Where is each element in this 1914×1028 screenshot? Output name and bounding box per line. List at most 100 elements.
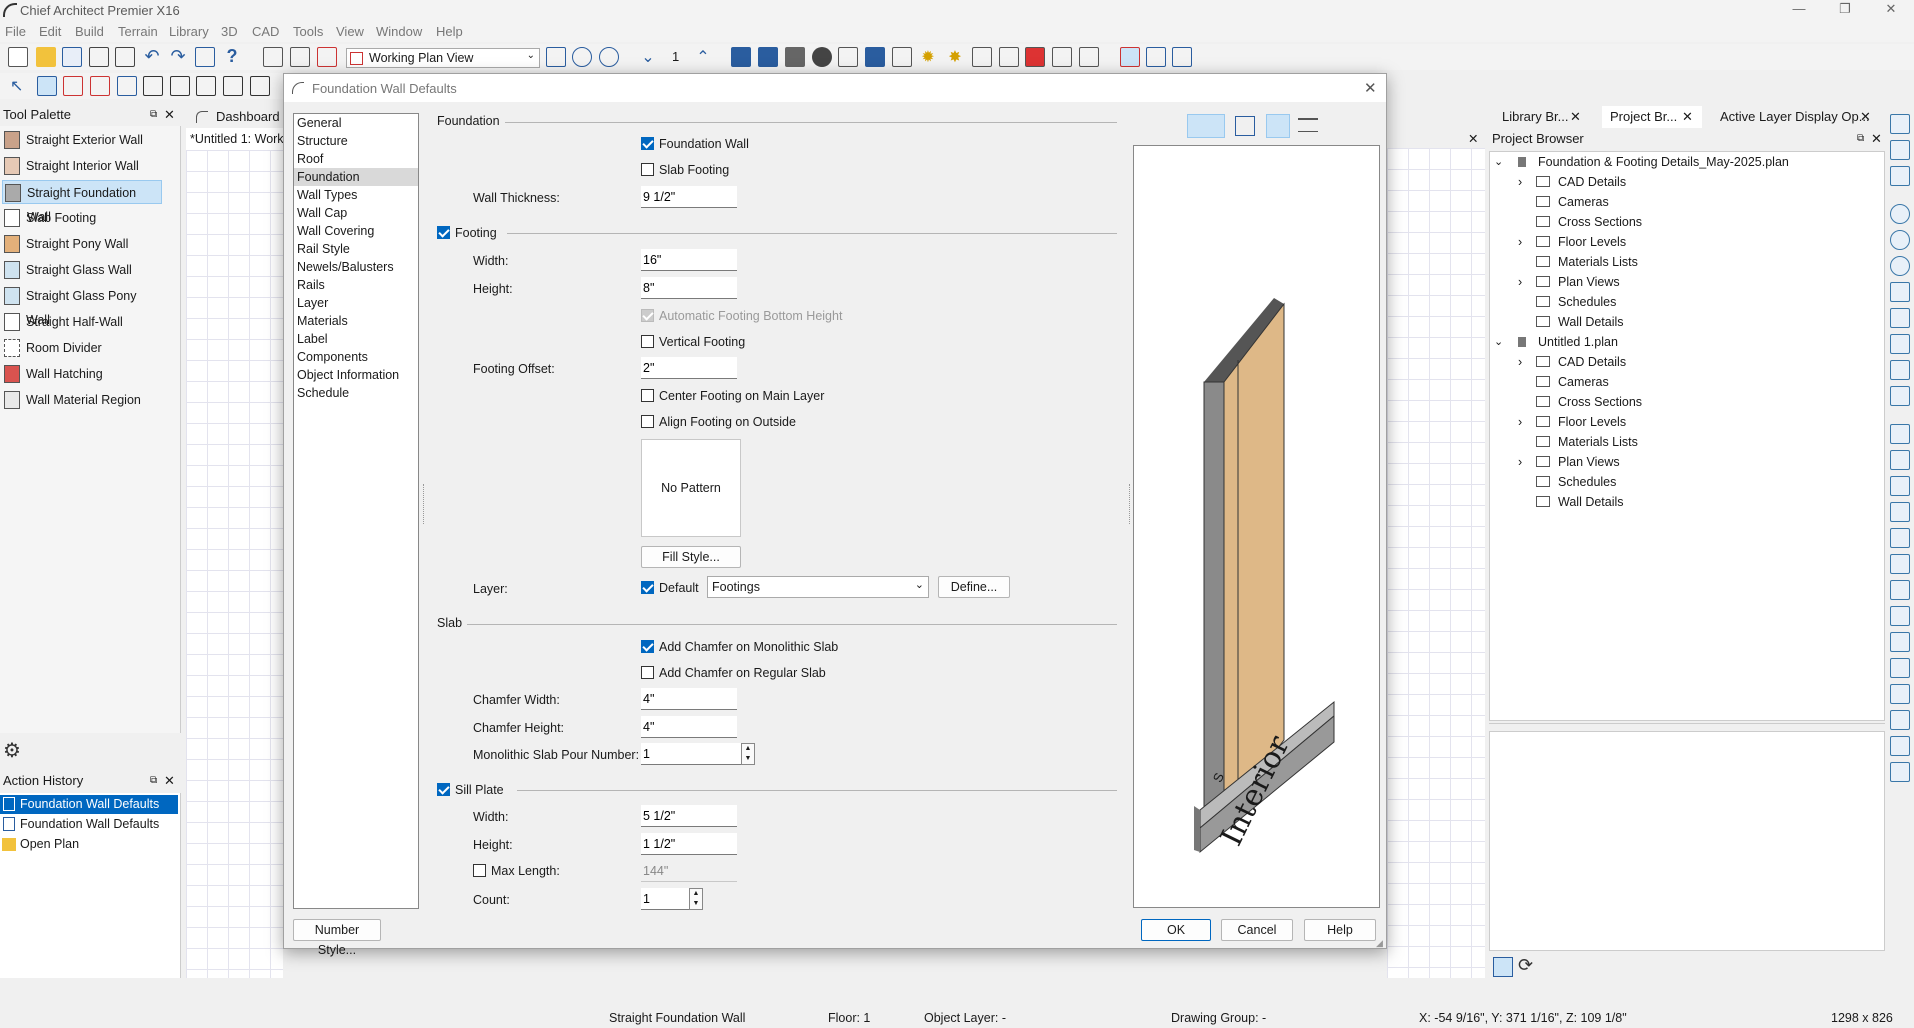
- menu-library[interactable]: Library: [169, 24, 209, 39]
- close-doc-icon[interactable]: ✕: [1468, 131, 1478, 146]
- material-eyedropper-icon[interactable]: [1052, 47, 1072, 67]
- preview-view-icon[interactable]: [1187, 114, 1225, 138]
- vertical-tool-icon[interactable]: [1890, 684, 1910, 704]
- tile-view-icon[interactable]: [1172, 47, 1192, 67]
- house-icon[interactable]: [892, 47, 912, 67]
- layer-default-checkbox[interactable]: Default: [641, 580, 699, 596]
- check-list-icon[interactable]: [1493, 957, 1513, 977]
- vertical-tool-icon[interactable]: [1890, 450, 1910, 470]
- vertical-tool-icon[interactable]: [1890, 140, 1910, 160]
- help-button[interactable]: Help: [1304, 919, 1376, 941]
- sill-height-input[interactable]: [641, 833, 737, 855]
- tool-straight-interior-wall[interactable]: Straight Interior Wall: [2, 154, 162, 178]
- number-style-button[interactable]: Number Style...: [293, 919, 381, 957]
- doc-tab-dashboard[interactable]: Dashboard: [186, 106, 284, 128]
- slab-footing-checkbox[interactable]: Slab Footing: [641, 162, 729, 178]
- sill-width-input[interactable]: [641, 805, 737, 827]
- menu-edit[interactable]: Edit: [39, 24, 61, 39]
- camera-home-icon[interactable]: [731, 47, 751, 67]
- menu-view[interactable]: View: [336, 24, 364, 39]
- nav-general[interactable]: General: [294, 114, 418, 132]
- plan-canvas[interactable]: [186, 150, 283, 978]
- nav-components[interactable]: Components: [294, 348, 418, 366]
- tab-active-layer-display[interactable]: Active Layer Display Op... ✕: [1712, 106, 1872, 128]
- view-toggle-icon[interactable]: [1146, 47, 1166, 67]
- camera-2-icon[interactable]: [785, 47, 805, 67]
- nav-wall-types[interactable]: Wall Types: [294, 186, 418, 204]
- garage-icon[interactable]: [250, 76, 270, 96]
- count-stepper[interactable]: ▲ ▼: [689, 888, 703, 910]
- nav-schedule[interactable]: Schedule: [294, 384, 418, 402]
- float-icon[interactable]: ⧉: [1857, 129, 1864, 149]
- count-input[interactable]: [641, 888, 689, 910]
- layer-delete-icon[interactable]: [317, 47, 337, 67]
- close-icon[interactable]: ✕: [164, 105, 175, 125]
- select-arrow-icon[interactable]: ↖: [10, 76, 30, 96]
- nav-roof[interactable]: Roof: [294, 150, 418, 168]
- open-folder-icon[interactable]: [36, 47, 56, 67]
- window-tool-icon[interactable]: [143, 76, 163, 96]
- tool-room-divider[interactable]: Room Divider: [2, 336, 162, 360]
- float-icon[interactable]: ⧉: [150, 771, 157, 791]
- paint-icon[interactable]: [1025, 47, 1045, 67]
- plan-toggle-icon[interactable]: [1120, 47, 1140, 67]
- tool-straight-pony-wall[interactable]: Straight Pony Wall: [2, 232, 162, 256]
- vertical-tool-icon[interactable]: [1890, 606, 1910, 626]
- cabinet-icon[interactable]: [63, 76, 83, 96]
- new-plan-icon[interactable]: [8, 47, 28, 67]
- footing-checkbox[interactable]: Footing: [437, 225, 497, 241]
- door-icon[interactable]: [972, 47, 992, 67]
- vertical-footing-checkbox[interactable]: Vertical Footing: [641, 334, 745, 350]
- reference-icon[interactable]: [195, 47, 215, 67]
- max-length-checkbox[interactable]: Max Length:: [473, 863, 560, 879]
- close-icon[interactable]: ✕: [1682, 106, 1693, 128]
- view-select[interactable]: Working Plan View ⌄: [346, 48, 540, 68]
- chevron-right-icon[interactable]: ›: [1518, 272, 1522, 292]
- nav-object-information[interactable]: Object Information: [294, 366, 418, 384]
- redo-icon[interactable]: ↷: [168, 47, 188, 67]
- layer-icon[interactable]: [1298, 118, 1318, 132]
- floor-down-icon[interactable]: ⌄: [638, 47, 658, 67]
- nav-materials[interactable]: Materials: [294, 312, 418, 330]
- pour-number-input[interactable]: [641, 743, 741, 765]
- chamfer-regular-checkbox[interactable]: Add Chamfer on Regular Slab: [641, 665, 826, 681]
- chevron-right-icon[interactable]: ›: [1518, 172, 1522, 192]
- vertical-tool-icon[interactable]: [1890, 528, 1910, 548]
- wall-tool-icon[interactable]: [37, 76, 57, 96]
- ok-button[interactable]: OK: [1141, 919, 1211, 941]
- light-2-icon[interactable]: ✸: [945, 47, 965, 67]
- menu-terrain[interactable]: Terrain: [118, 24, 158, 39]
- vertical-tool-icon[interactable]: [1890, 632, 1910, 652]
- floor-up-icon[interactable]: ⌃: [693, 47, 713, 67]
- float-icon[interactable]: ⧉: [150, 105, 157, 125]
- align-footing-checkbox[interactable]: Align Footing on Outside: [641, 414, 796, 430]
- vertical-tool-icon[interactable]: [1890, 166, 1910, 186]
- stairs-icon[interactable]: [90, 76, 110, 96]
- menu-window[interactable]: Window: [376, 24, 422, 39]
- fill-window-icon[interactable]: [1890, 308, 1910, 328]
- copy-view-icon[interactable]: [290, 47, 310, 67]
- save-icon[interactable]: [62, 47, 82, 67]
- menu-3d[interactable]: 3D: [221, 24, 238, 39]
- close-icon[interactable]: ✕: [1570, 106, 1581, 128]
- elevation-icon[interactable]: [838, 47, 858, 67]
- chamfer-monolithic-checkbox[interactable]: Add Chamfer on Monolithic Slab: [641, 639, 838, 655]
- light-icon[interactable]: ✹: [918, 47, 938, 67]
- person-search-icon[interactable]: [599, 47, 619, 67]
- nav-foundation[interactable]: Foundation: [294, 168, 418, 186]
- nav-layer[interactable]: Layer: [294, 294, 418, 312]
- footing-height-input[interactable]: [641, 277, 737, 299]
- chevron-right-icon[interactable]: ›: [1518, 452, 1522, 472]
- vertical-tool-icon[interactable]: [1890, 762, 1910, 782]
- chevron-down-icon[interactable]: ⌄: [1494, 332, 1503, 352]
- vertical-tool-icon[interactable]: [1890, 502, 1910, 522]
- footing-offset-input[interactable]: [641, 357, 737, 379]
- vertical-tool-icon[interactable]: [1890, 580, 1910, 600]
- menu-build[interactable]: Build: [75, 24, 104, 39]
- vertical-tool-icon[interactable]: [1890, 476, 1910, 496]
- close-icon[interactable]: ✕: [1364, 79, 1377, 97]
- tool-straight-exterior-wall[interactable]: Straight Exterior Wall: [2, 128, 162, 152]
- vertical-tool-icon[interactable]: [1890, 360, 1910, 380]
- zoom-icon[interactable]: [1890, 204, 1910, 224]
- tool-wall-hatching[interactable]: Wall Hatching: [2, 362, 162, 386]
